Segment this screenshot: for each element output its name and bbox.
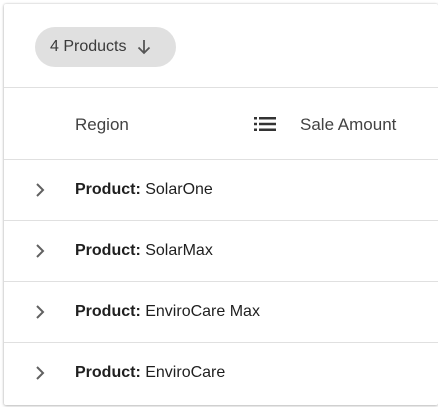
group-row-label: Product: SolarOne: [75, 181, 213, 199]
group-rows: Product: SolarOne Product: SolarMax Prod…: [4, 160, 438, 404]
group-chip-label: 4 Products: [50, 38, 127, 55]
chevron-right-icon[interactable]: [32, 304, 48, 320]
column-header-region[interactable]: Region: [75, 115, 129, 135]
group-row-prefix: Product:: [75, 181, 141, 198]
arrow-down-icon[interactable]: [136, 39, 152, 55]
group-row-prefix: Product:: [75, 242, 141, 259]
group-row[interactable]: Product: SolarOne: [4, 160, 438, 221]
chevron-right-icon[interactable]: [32, 182, 48, 198]
group-panel: 4 Products: [4, 4, 438, 88]
list-menu-icon[interactable]: [253, 114, 277, 134]
chevron-right-icon[interactable]: [32, 243, 48, 259]
group-row-value: SolarOne: [145, 181, 213, 198]
group-row[interactable]: Product: EnviroCare: [4, 343, 438, 404]
group-row-label: Product: EnviroCare Max: [75, 303, 260, 321]
chevron-right-icon[interactable]: [32, 365, 48, 381]
group-row-value: EnviroCare Max: [145, 303, 260, 320]
group-row-value: EnviroCare: [145, 364, 226, 381]
group-chip-products[interactable]: 4 Products: [35, 27, 176, 67]
group-row-label: Product: SolarMax: [75, 242, 213, 260]
grid-card: 4 Products Region Sale Amount Product: S…: [4, 4, 438, 405]
group-row-label: Product: EnviroCare: [75, 364, 225, 382]
group-row-prefix: Product:: [75, 303, 141, 320]
group-row-value: SolarMax: [145, 242, 213, 259]
group-row-prefix: Product:: [75, 364, 141, 381]
group-row[interactable]: Product: EnviroCare Max: [4, 282, 438, 343]
column-header: Region Sale Amount: [4, 88, 438, 160]
group-row[interactable]: Product: SolarMax: [4, 221, 438, 282]
column-header-sale-amount[interactable]: Sale Amount: [300, 115, 396, 135]
